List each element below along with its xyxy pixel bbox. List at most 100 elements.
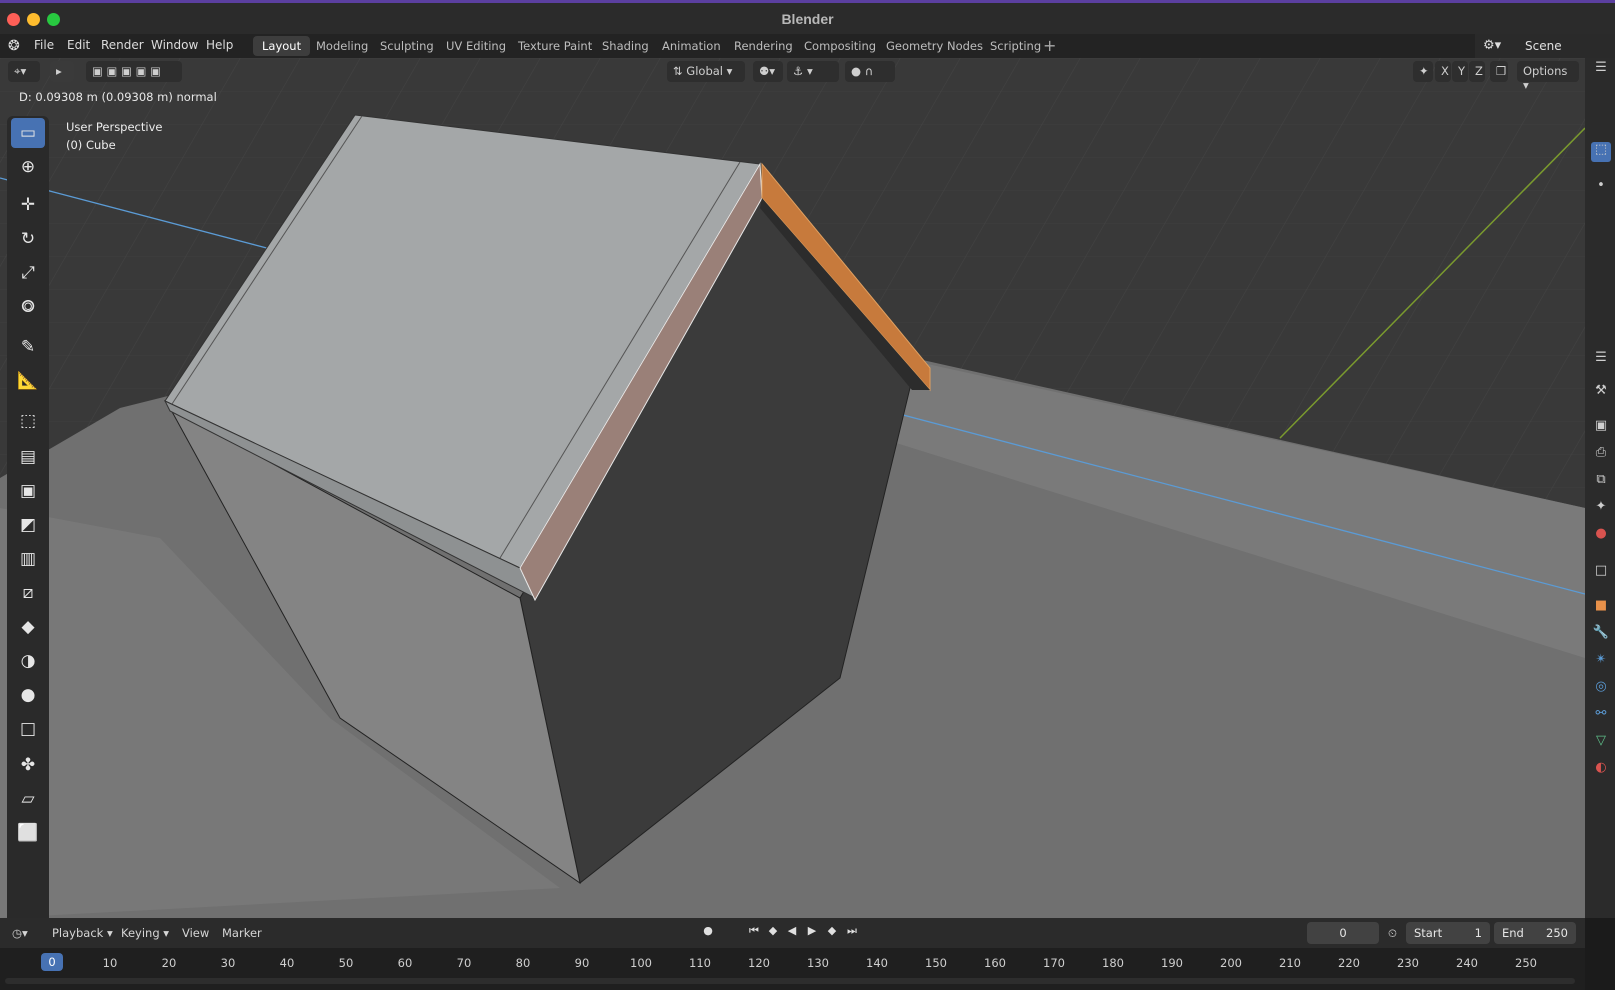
play-reverse-icon[interactable]: ◀ xyxy=(783,924,801,942)
bevel-icon[interactable]: ◩ xyxy=(11,510,45,540)
menu-edit[interactable]: Edit xyxy=(67,38,90,52)
blender-logo-icon[interactable]: ❂ xyxy=(8,38,26,54)
tab-uv-editing[interactable]: UV Editing xyxy=(437,36,515,56)
object-properties-icon[interactable]: ■ xyxy=(1591,598,1611,618)
jump-end-icon[interactable]: ⏭ xyxy=(843,924,861,942)
ruler-label: 200 xyxy=(1220,956,1242,970)
keying-menu[interactable]: Keying ▾ xyxy=(121,926,169,940)
tab-texture-paint[interactable]: Texture Paint xyxy=(509,36,601,56)
view-layer-icon[interactable]: ⧉ xyxy=(1591,472,1611,492)
tab-rendering[interactable]: Rendering xyxy=(725,36,802,56)
measure-icon[interactable]: 📐 xyxy=(11,366,45,396)
current-frame-field[interactable]: 0 xyxy=(1307,922,1379,944)
scene-icon: ⚙▾ xyxy=(1483,38,1502,53)
collection-properties-icon[interactable]: □ xyxy=(1591,563,1611,583)
poly-build-icon[interactable]: ◆ xyxy=(11,612,45,642)
tab-modeling[interactable]: Modeling xyxy=(307,36,377,56)
proportional-editing-icon[interactable]: ● ∩ xyxy=(845,61,895,82)
selection-modes-icon[interactable]: ▣ ▣ ▣ ▣ ▣ xyxy=(86,61,182,82)
world-properties-icon[interactable]: ● xyxy=(1591,526,1611,546)
render-properties-icon[interactable]: ▣ xyxy=(1591,418,1611,438)
record-icon[interactable]: ● xyxy=(699,924,717,942)
timeline-scrollbar[interactable] xyxy=(5,978,1575,984)
shrink-fatten-icon[interactable]: ✤ xyxy=(11,750,45,780)
gizmo-icon[interactable]: ✦ xyxy=(1413,61,1433,82)
scene-properties-icon[interactable]: ✦ xyxy=(1591,499,1611,519)
start-frame-field[interactable]: Start 1 xyxy=(1406,922,1490,944)
options-dropdown[interactable]: Options ▾ xyxy=(1517,61,1579,92)
tab-shading[interactable]: Shading xyxy=(593,36,658,56)
constraint-properties-icon[interactable]: ⚯ xyxy=(1591,706,1611,726)
tab-layout[interactable]: Layout xyxy=(253,36,311,56)
preview-range-icon[interactable]: ⏲ xyxy=(1388,926,1397,941)
timeline-ruler[interactable]: 0 10 20 30 40 50 60 70 80 90 100 110 120… xyxy=(0,948,1585,990)
active-object-label: (0) Cube xyxy=(66,138,116,152)
transform-orientation-select[interactable]: ⇅ Global ▾ xyxy=(667,61,745,82)
modifier-properties-icon[interactable]: 🔧 xyxy=(1591,625,1611,645)
prev-keyframe-icon[interactable]: ◆ xyxy=(764,924,782,942)
inset-icon[interactable]: ▣ xyxy=(11,476,45,506)
edge-slide-icon[interactable]: □ xyxy=(11,714,45,744)
tab-compositing[interactable]: Compositing xyxy=(795,36,885,56)
snapping-icon[interactable]: ⚓ ▾ xyxy=(787,61,839,82)
ruler-label: 80 xyxy=(515,956,531,970)
marker-menu[interactable]: Marker xyxy=(222,926,262,940)
add-workspace-icon[interactable]: + xyxy=(1043,36,1056,55)
axis-z-toggle[interactable]: Z xyxy=(1469,61,1485,82)
ruler-label: 20 xyxy=(161,956,177,970)
pivot-point-icon[interactable]: ⚉▾ xyxy=(753,61,783,82)
tab-scripting[interactable]: Scripting xyxy=(981,36,1050,56)
3d-viewport[interactable]: ⌖▾ ▸ ▣ ▣ ▣ ▣ ▣ ⇅ Global ▾ ⚉▾ ⚓ ▾ ● ∩ ✦ X… xyxy=(0,58,1585,918)
outliner-icon[interactable]: ☰ xyxy=(1591,60,1611,80)
ruler-label: 230 xyxy=(1397,956,1419,970)
playback-menu[interactable]: Playback ▾ xyxy=(52,926,113,940)
menu-window[interactable]: Window xyxy=(151,38,198,52)
view-menu[interactable]: View xyxy=(182,926,209,940)
rotate-icon[interactable]: ↻ xyxy=(11,224,45,254)
menu-render[interactable]: Render xyxy=(101,38,144,52)
scale-icon[interactable]: ⤢ xyxy=(11,258,45,288)
ruler-label: 190 xyxy=(1161,956,1183,970)
transform-icon[interactable]: ⭗ xyxy=(11,292,45,322)
scene-selector[interactable]: ⚙▾ Scene xyxy=(1475,34,1615,58)
move-icon[interactable]: ✛ xyxy=(11,190,45,220)
select-box-icon[interactable]: ▭ xyxy=(11,118,45,148)
particle-properties-icon[interactable]: ✴ xyxy=(1591,652,1611,672)
extrude-icon[interactable]: ▤ xyxy=(11,442,45,472)
material-properties-icon[interactable]: ◐ xyxy=(1591,760,1611,780)
next-keyframe-icon[interactable]: ◆ xyxy=(823,924,841,942)
smooth-icon[interactable]: ● xyxy=(11,680,45,710)
tool-settings-icon[interactable]: ⚒ xyxy=(1591,383,1611,403)
timeline-editor-icon[interactable]: ◷▾ xyxy=(12,926,28,940)
rip-region-icon[interactable]: ⬜ xyxy=(11,818,45,848)
menu-help[interactable]: Help xyxy=(206,38,233,52)
tab-geometry-nodes[interactable]: Geometry Nodes xyxy=(877,36,992,56)
output-properties-icon[interactable]: ⎙ xyxy=(1591,445,1611,465)
dot-icon[interactable]: • xyxy=(1591,178,1611,198)
add-cube-icon[interactable]: ⬚ xyxy=(11,406,45,436)
loop-cut-icon[interactable]: ▥ xyxy=(11,544,45,574)
data-properties-icon[interactable]: ▽ xyxy=(1591,733,1611,753)
properties-editor-icon[interactable]: ☰ xyxy=(1591,350,1611,370)
annotate-icon[interactable]: ✎ xyxy=(11,332,45,362)
end-frame-field[interactable]: End 250 xyxy=(1494,922,1576,944)
knife-icon[interactable]: ⧄ xyxy=(11,578,45,608)
tab-sculpting[interactable]: Sculpting xyxy=(371,36,443,56)
select-mode-icon[interactable]: ▸ xyxy=(50,61,74,82)
editor-type-icon[interactable]: ⌖▾ xyxy=(8,61,40,82)
menu-file[interactable]: File xyxy=(34,38,54,52)
axis-x-toggle[interactable]: X xyxy=(1435,61,1451,82)
physics-properties-icon[interactable]: ◎ xyxy=(1591,679,1611,699)
play-icon[interactable]: ▶ xyxy=(803,924,821,942)
jump-start-icon[interactable]: ⏮ xyxy=(745,924,763,942)
cursor-icon[interactable]: ⊕ xyxy=(11,152,45,182)
frame-cursor[interactable]: 0 xyxy=(41,953,63,971)
axis-y-toggle[interactable]: Y xyxy=(1452,61,1468,82)
end-value: 250 xyxy=(1546,926,1568,940)
spin-icon[interactable]: ◑ xyxy=(11,646,45,676)
tab-animation[interactable]: Animation xyxy=(653,36,730,56)
shear-icon[interactable]: ▱ xyxy=(11,784,45,814)
item-panel-icon[interactable]: ⬚ xyxy=(1591,142,1611,162)
mirror-icon[interactable]: ❐ xyxy=(1490,61,1508,82)
timeline-header: ◷▾ Playback ▾ Keying ▾ View Marker ● ⏮ ◆… xyxy=(0,918,1585,948)
